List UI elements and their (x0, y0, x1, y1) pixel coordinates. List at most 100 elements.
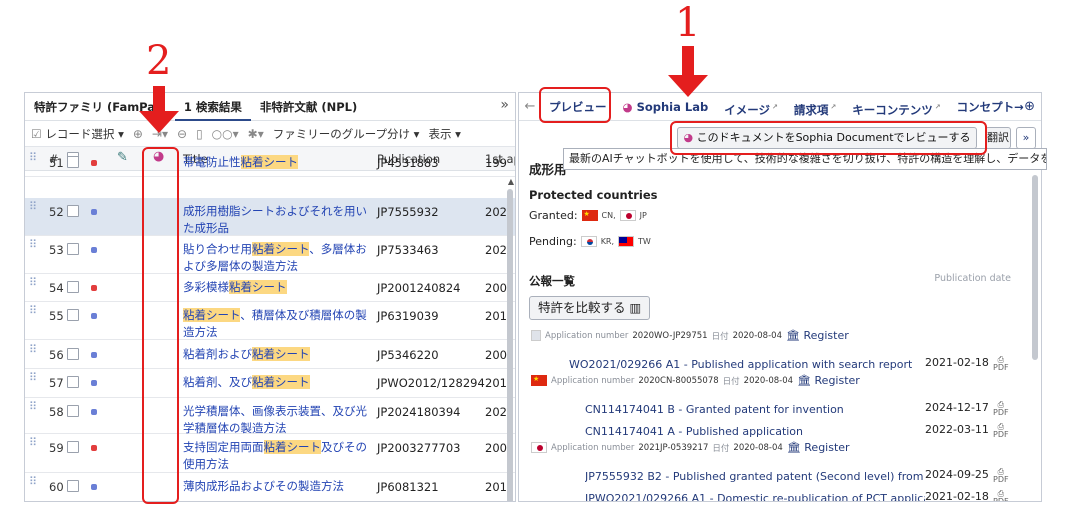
row-checkbox[interactable] (67, 441, 79, 453)
pdf-icon[interactable]: ⎙ PDF (993, 423, 1009, 439)
tab-npl[interactable]: 非特許文献 (NPL) (251, 93, 366, 121)
row-title-link[interactable]: 帯電防止性粘着シート (183, 154, 371, 171)
table-row[interactable]: ⠿ 57 粘着剤、及び粘着シート JPWO2012/128294 201 (25, 369, 515, 398)
record-select-button[interactable]: ☑ レコード選択 ▾ (31, 126, 124, 142)
family-group-button[interactable]: ファミリーのグループ分け ▾ (273, 126, 420, 142)
translate-button[interactable]: 翻訳 (985, 127, 1011, 149)
publication-doc-link[interactable]: WO2021/029266 A1 - Published application… (569, 356, 1009, 372)
pdf-icon[interactable]: ▯ (196, 127, 203, 141)
row-checkbox[interactable] (67, 156, 79, 168)
tab-concept[interactable]: コンセプト→ (949, 93, 1032, 121)
table-row[interactable]: ⠿ 56 粘着剤および粘着シート JP5346220 200 (25, 341, 515, 369)
row-title-link[interactable]: 粘着剤および粘着シート (183, 346, 371, 363)
external-link-icon: ↗ (771, 102, 778, 111)
granted-countries: Granted: CN, JP (529, 209, 647, 222)
row-number: 60 (49, 480, 64, 494)
table-row[interactable]: ⠿ 58 光学積層体、画像表示装置、及び光学積層体の製造方法 JP2024180394… (25, 398, 515, 437)
publication-doc-link[interactable]: JP7555932 B2 - Published granted patent … (585, 468, 1009, 484)
pdf-icon[interactable]: ⎙ PDF (993, 356, 1009, 372)
more-tabs-icon[interactable]: » (500, 97, 509, 113)
publication-doc-link[interactable]: CN114174041 A - Published application 202… (585, 423, 1009, 439)
row-title-link[interactable]: 多彩模様粘着シート (183, 279, 371, 296)
right-scrollbar[interactable] (1032, 175, 1038, 360)
drag-handle-icon[interactable]: ⠿ (29, 277, 37, 288)
drag-handle-icon[interactable]: ⠿ (29, 344, 37, 355)
status-dot-icon (91, 160, 97, 166)
drag-handle-icon[interactable]: ⠿ (29, 201, 37, 212)
table-row[interactable]: ⠿ 59 支持固定用両面粘着シート及びその使用方法 JP2003277703 200 (25, 434, 515, 473)
row-title-link[interactable]: 成形用樹脂シートおよびそれを用いた成形品 (183, 203, 371, 237)
row-title-link[interactable]: 貼り合わせ用粘着シート、多層体および多層体の製造方法 (183, 241, 371, 275)
display-button[interactable]: 表示 ▾ (428, 126, 460, 142)
drag-handle-icon[interactable]: ⠿ (29, 476, 37, 487)
row-checkbox[interactable] (67, 281, 79, 293)
table-row[interactable]: ⠿ 51 帯電防止性粘着シート JP4531883 199 (25, 149, 515, 177)
protected-countries-heading: Protected countries (529, 188, 658, 202)
row-checkbox[interactable] (67, 243, 79, 255)
row-first-app: 202 (485, 205, 507, 219)
row-first-app: 200 (485, 281, 507, 295)
register-link[interactable]: 🏛 Register (797, 374, 860, 387)
compare-patents-button[interactable]: 特許を比較する ▥ (529, 296, 651, 320)
pdf-icon[interactable]: ⎙ PDF (993, 468, 1009, 484)
drag-handle-icon[interactable]: ⠿ (29, 372, 37, 383)
row-checkbox[interactable] (67, 309, 79, 321)
table-row[interactable]: ⠿ 53 貼り合わせ用粘着シート、多層体および多層体の製造方法 JP7533463 20… (25, 236, 515, 275)
row-checkbox[interactable] (67, 405, 79, 417)
application-header: Application number 2020WO-JP29751 日付 2020-0… (531, 329, 849, 342)
register-link[interactable]: 🏛 Register (786, 329, 849, 342)
row-number: 52 (49, 205, 64, 219)
status-dot-icon (91, 445, 97, 451)
drag-handle-icon[interactable]: ⠿ (29, 401, 37, 412)
row-checkbox[interactable] (67, 480, 79, 492)
row-title-link[interactable]: 粘着剤、及び粘着シート (183, 374, 371, 391)
drag-handle-icon[interactable]: ⠿ (29, 152, 37, 163)
row-number: 54 (49, 281, 64, 295)
row-title-link[interactable]: 薄肉成形品およびその製造方法 (183, 478, 371, 495)
korea-flag-icon (580, 236, 597, 247)
publication-date: 2021-02-18 (925, 490, 989, 502)
pdf-icon[interactable]: ⎙ PDF (993, 401, 1009, 417)
sophia-logo-icon: ◕ (622, 99, 633, 114)
status-dot-icon (91, 352, 97, 358)
tab-key-content[interactable]: キーコンテンツ ↗ (844, 93, 948, 121)
annotation-label-2: 2 (146, 38, 172, 84)
pdf-icon[interactable]: ⎙ PDF (993, 490, 1009, 502)
tab-image[interactable]: イメージ ↗ (716, 93, 786, 121)
annotation-arrow-2 (139, 86, 179, 136)
table-row[interactable]: ⠿ 60 薄肉成形品およびその製造方法 JP6081321 201 (25, 473, 515, 501)
row-checkbox[interactable] (67, 348, 79, 360)
network-icon[interactable]: ✱▾ (248, 127, 264, 141)
row-title-link[interactable]: 粘着シート、積層体及び積層体の製造方法 (183, 307, 371, 341)
row-title-link[interactable]: 光学積層体、画像表示装置、及び光学積層体の製造方法 (183, 403, 371, 437)
row-publication: JP4531883 (377, 156, 439, 170)
row-publication: JP6081321 (377, 480, 439, 494)
tab-search-results[interactable]: 1 検索結果 (174, 93, 251, 121)
annotation-label-1: 1 (675, 0, 701, 46)
highlight-sophia-button (670, 121, 987, 155)
drag-handle-icon[interactable]: ⠿ (29, 437, 37, 448)
table-row[interactable]: ⠿ 54 多彩模様粘着シート JP2001240824 200 (25, 274, 515, 302)
row-checkbox[interactable] (67, 205, 79, 217)
add-tab-icon[interactable]: ⊕ (1024, 99, 1035, 114)
left-scrollbar[interactable] (507, 189, 513, 501)
scroll-up-icon[interactable]: ▲ (508, 177, 514, 186)
register-link[interactable]: 🏛 Register (787, 441, 850, 454)
tab-claims[interactable]: 請求項 ↗ (786, 93, 844, 121)
table-row[interactable]: ⠿ 52 成形用樹脂シートおよびそれを用いた成形品 JP7555932 202 (25, 198, 515, 237)
publication-doc-link[interactable]: JPWO2021/029266 A1 - Domestic re-publica… (585, 490, 1009, 502)
keyword-highlight: 粘着シート (252, 375, 310, 389)
row-title-link[interactable]: 支持固定用両面粘着シート及びその使用方法 (183, 439, 371, 473)
compare-icon[interactable]: ○○▾ (212, 127, 239, 141)
table-row[interactable]: ⠿ 55 粘着シート、積層体及び積層体の製造方法 JP6319039 201 (25, 302, 515, 341)
status-dot-icon (91, 484, 97, 490)
row-number: 57 (49, 376, 64, 390)
institution-icon: 🏛 (786, 441, 801, 454)
publication-doc-link[interactable]: CN114174041 B - Granted patent for inven… (585, 401, 1009, 417)
back-arrow-icon[interactable]: ← (519, 99, 541, 114)
drag-handle-icon[interactable]: ⠿ (29, 239, 37, 250)
expand-icon[interactable]: » (1016, 127, 1036, 149)
drag-handle-icon[interactable]: ⠿ (29, 305, 37, 316)
row-checkbox[interactable] (67, 376, 79, 388)
row-first-app: 202 (485, 405, 507, 419)
